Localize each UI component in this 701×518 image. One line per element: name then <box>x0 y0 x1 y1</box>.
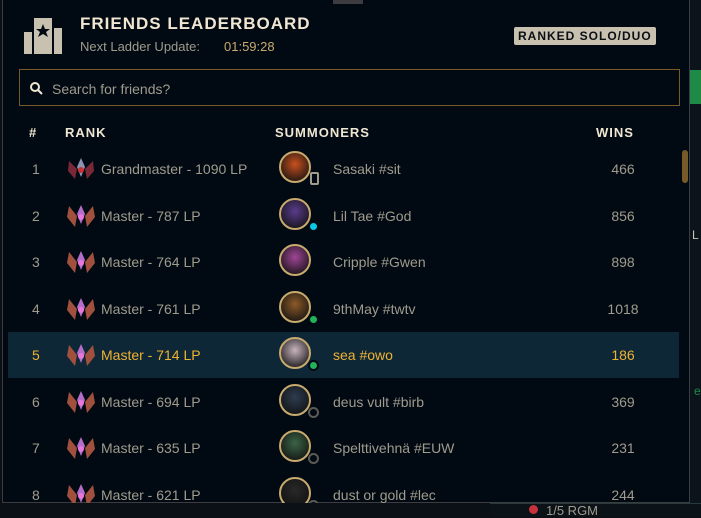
avatar[interactable] <box>279 430 311 462</box>
column-header-num: # <box>29 125 38 140</box>
wins-count: 244 <box>611 486 635 503</box>
master-emblem-icon <box>67 297 95 320</box>
offline-status-icon <box>308 453 319 464</box>
rank-number: 1 <box>32 161 40 177</box>
avatar[interactable] <box>279 244 311 276</box>
search-box[interactable] <box>19 69 680 106</box>
leaderboard-list[interactable]: 1 Grandmaster - 1090 LP Sasaki #sit 466 2 Mas… <box>3 146 693 503</box>
column-header-summoners[interactable]: SUMMONERS <box>275 125 370 140</box>
mobile-status-icon <box>310 172 319 185</box>
column-header-rank[interactable]: RANK <box>65 125 107 140</box>
rank-tier: Grandmaster - 1090 LP <box>101 161 248 177</box>
rank-number: 2 <box>32 207 40 224</box>
offline-status-icon <box>308 499 319 503</box>
next-update-time: 01:59:28 <box>224 39 275 54</box>
wins-count: 898 <box>611 254 635 270</box>
away-status-icon <box>308 220 319 232</box>
leaderboard-row[interactable]: 8 Master - 621 LP dust or gold #lec 244 <box>8 472 679 503</box>
wins-count: 231 <box>611 440 635 456</box>
master-emblem-icon <box>67 437 95 459</box>
online-status-icon <box>308 313 319 325</box>
rank-tier: Master - 635 LP <box>101 440 201 456</box>
summoner-name[interactable]: dust or gold #lec <box>333 487 436 503</box>
summoner-name[interactable]: 9thMay #twtv <box>333 301 415 317</box>
rank-tier: Master - 694 LP <box>101 393 201 410</box>
summoner-name[interactable]: Sasaki #sit <box>333 161 401 177</box>
summoner-name[interactable]: deus vult #birb <box>333 394 424 410</box>
leaderboard-panel: FRIENDS LEADERBOARD Next Ladder Update: … <box>2 0 690 503</box>
leaderboard-row[interactable]: 1 Grandmaster - 1090 LP Sasaki #sit 466 <box>8 146 679 192</box>
background-letter: e <box>694 384 701 398</box>
wins-count: 1018 <box>607 300 639 317</box>
rank-tier: Master - 621 LP <box>101 486 201 503</box>
rank-number: 3 <box>32 254 40 270</box>
column-header-wins[interactable]: WINS <box>596 125 634 140</box>
search-icon <box>30 82 43 95</box>
summoner-name[interactable]: Spelttivehnä #EUW <box>333 440 454 456</box>
summoner-name[interactable]: sea #owo <box>333 347 393 363</box>
rank-number: 5 <box>32 347 40 363</box>
background-bottom-text: 1/5 RGM <box>546 503 599 518</box>
leaderboard-row[interactable]: 5 Master - 714 LP sea #owo 186 <box>8 332 679 378</box>
master-emblem-icon <box>67 204 95 227</box>
avatar[interactable] <box>279 476 311 503</box>
rank-tier: Master - 714 LP <box>101 347 201 363</box>
page-title: FRIENDS LEADERBOARD <box>80 14 311 33</box>
leaderboard-row[interactable]: 3 Master - 764 LP Cripple #Gwen 898 <box>8 239 679 285</box>
rank-number: 6 <box>32 393 40 410</box>
offline-status-icon <box>308 406 319 418</box>
master-emblem-icon <box>67 483 95 503</box>
master-emblem-icon <box>67 344 95 366</box>
master-emblem-icon <box>67 251 95 273</box>
summoner-name[interactable]: Cripple #Gwen <box>333 254 426 270</box>
avatar[interactable] <box>279 197 311 230</box>
scrollbar-thumb[interactable] <box>682 150 688 183</box>
avatar[interactable] <box>279 290 311 323</box>
leaderboard-row[interactable]: 4 Master - 761 LP 9thMay #twtv 1018 <box>8 286 679 332</box>
online-status-icon <box>308 360 319 371</box>
queue-badge: RANKED SOLO/DUO <box>514 27 656 45</box>
rank-number: 4 <box>32 300 40 317</box>
leaderboard-row[interactable]: 7 Master - 635 LP Spelttivehnä #EUW 231 <box>8 425 679 471</box>
avatar[interactable] <box>279 337 311 369</box>
rank-number: 7 <box>32 440 40 456</box>
wins-count: 369 <box>611 393 635 410</box>
search-input[interactable] <box>50 76 654 102</box>
background-letter: L <box>692 228 699 242</box>
wins-count: 856 <box>611 207 635 224</box>
background-status-dot <box>529 505 538 514</box>
avatar[interactable] <box>279 383 311 416</box>
rank-tier: Master - 787 LP <box>101 207 201 224</box>
grandmaster-emblem-icon <box>68 158 94 179</box>
rank-number: 8 <box>32 486 40 503</box>
master-emblem-icon <box>67 390 95 413</box>
leaderboard-icon <box>24 18 62 54</box>
summoner-name[interactable]: Lil Tae #God <box>333 208 411 224</box>
panel-notch <box>333 0 363 4</box>
rank-tier: Master - 764 LP <box>101 254 201 270</box>
wins-count: 466 <box>611 161 635 177</box>
rank-tier: Master - 761 LP <box>101 300 201 317</box>
leaderboard-row[interactable]: 2 Master - 787 LP Lil Tae #God 856 <box>8 193 679 239</box>
wins-count: 186 <box>611 347 635 363</box>
leaderboard-row[interactable]: 6 Master - 694 LP deus vult #birb 369 <box>8 379 679 425</box>
next-update-label: Next Ladder Update: <box>80 39 200 54</box>
avatar[interactable] <box>279 151 311 183</box>
